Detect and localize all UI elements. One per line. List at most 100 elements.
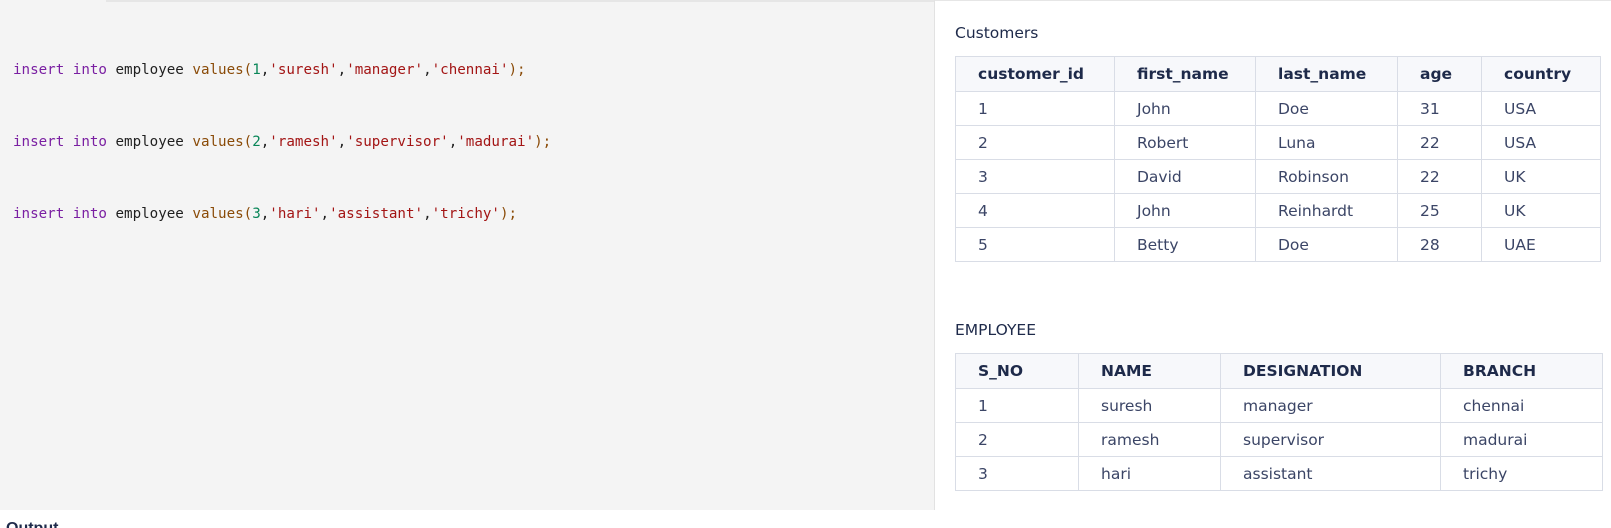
paren-open: (	[243, 62, 253, 78]
table-cell: manager	[1220, 388, 1441, 423]
table-cell: trichy	[1440, 456, 1603, 491]
sql-editor[interactable]: insert into employee values(1,'suresh','…	[0, 0, 935, 510]
customers-table-title: Customers	[955, 24, 1039, 42]
table-cell: Reinhardt	[1255, 193, 1398, 228]
employee-table: S_NO NAME DESIGNATION BRANCH 1 suresh ma…	[955, 353, 1603, 491]
table-cell: UK	[1481, 159, 1601, 194]
table-cell: Doe	[1255, 227, 1398, 262]
string-literal: 'supervisor'	[346, 134, 449, 150]
table-cell: assistant	[1220, 456, 1441, 491]
output-panel: Output	[0, 510, 934, 528]
number-literal: 2	[252, 134, 261, 150]
string-literal: 'assistant'	[329, 206, 424, 222]
string-literal: 'suresh'	[269, 62, 338, 78]
table-row: 4 John Reinhardt 25 UK	[955, 193, 1601, 228]
string-literal: 'trichy'	[431, 206, 500, 222]
table-cell: 2	[955, 125, 1115, 160]
table-header-row: customer_id first_name last_name age cou…	[955, 56, 1601, 92]
table-cell: Robert	[1114, 125, 1256, 160]
table-cell: John	[1114, 193, 1256, 228]
table-cell: madurai	[1440, 422, 1603, 457]
table-name: employee	[115, 206, 184, 222]
app-root: insert into employee values(1,'suresh','…	[0, 0, 1611, 528]
code-area[interactable]: insert into employee values(1,'suresh','…	[13, 10, 551, 274]
string-literal: 'ramesh'	[269, 134, 338, 150]
table-cell: 3	[955, 159, 1115, 194]
table-cell: USA	[1481, 91, 1601, 126]
table-row: 3 David Robinson 22 UK	[955, 159, 1601, 194]
table-cell: 25	[1397, 193, 1482, 228]
paren-open: (	[243, 134, 253, 150]
column-header: S_NO	[955, 353, 1079, 389]
table-cell: Doe	[1255, 91, 1398, 126]
table-name: employee	[115, 62, 184, 78]
code-line[interactable]: insert into employee values(1,'suresh','…	[13, 58, 551, 82]
keyword-into: into	[72, 206, 107, 222]
table-cell: chennai	[1440, 388, 1603, 423]
column-header: BRANCH	[1440, 353, 1603, 389]
paren-close: );	[508, 62, 526, 78]
table-cell: suresh	[1078, 388, 1221, 423]
table-header-row: S_NO NAME DESIGNATION BRANCH	[955, 353, 1603, 389]
employee-table-title: EMPLOYEE	[955, 321, 1037, 339]
string-literal: 'madurai'	[457, 134, 535, 150]
table-cell: Robinson	[1255, 159, 1398, 194]
editor-top-border	[106, 0, 934, 2]
table-row: 2 Robert Luna 22 USA	[955, 125, 1601, 160]
table-cell: 28	[1397, 227, 1482, 262]
output-heading: Output	[6, 520, 58, 528]
keyword-insert: insert	[13, 134, 65, 150]
table-cell: 31	[1397, 91, 1482, 126]
column-header: country	[1481, 56, 1601, 92]
column-header: first_name	[1114, 56, 1256, 92]
tables-panel: Customers customer_id first_name last_na…	[935, 0, 1611, 528]
table-cell: Luna	[1255, 125, 1398, 160]
table-row: 3 hari assistant trichy	[955, 456, 1603, 491]
table-row: 1 John Doe 31 USA	[955, 91, 1601, 126]
string-literal: 'hari'	[269, 206, 321, 222]
table-cell: UAE	[1481, 227, 1601, 262]
keyword-insert: insert	[13, 62, 65, 78]
paren-close: );	[534, 134, 552, 150]
table-cell: 3	[955, 456, 1079, 491]
string-literal: 'manager'	[346, 62, 424, 78]
column-header: customer_id	[955, 56, 1115, 92]
table-cell: Betty	[1114, 227, 1256, 262]
code-line[interactable]: insert into employee values(2,'ramesh','…	[13, 130, 551, 154]
number-literal: 1	[252, 62, 261, 78]
table-row: 2 ramesh supervisor madurai	[955, 422, 1603, 457]
column-header: NAME	[1078, 353, 1221, 389]
keyword-into: into	[72, 62, 107, 78]
paren-close: );	[499, 206, 518, 222]
table-cell: John	[1114, 91, 1256, 126]
table-row: 1 suresh manager chennai	[955, 388, 1603, 423]
keyword-insert: insert	[13, 206, 65, 222]
column-header: age	[1397, 56, 1482, 92]
string-literal: 'chennai'	[431, 62, 509, 78]
table-cell: ramesh	[1078, 422, 1221, 457]
table-row: 5 Betty Doe 28 UAE	[955, 227, 1601, 262]
table-cell: hari	[1078, 456, 1221, 491]
table-cell: 1	[955, 388, 1079, 423]
keyword-values: values	[192, 62, 244, 78]
table-cell: David	[1114, 159, 1256, 194]
code-line[interactable]: insert into employee values(3,'hari','as…	[13, 202, 551, 226]
column-header: DESIGNATION	[1220, 353, 1441, 389]
table-cell: USA	[1481, 125, 1601, 160]
table-cell: 22	[1397, 125, 1482, 160]
number-literal: 3	[252, 206, 261, 222]
table-cell: 5	[955, 227, 1115, 262]
customers-table: customer_id first_name last_name age cou…	[955, 56, 1601, 262]
paren-open: (	[243, 206, 253, 222]
table-cell: 22	[1397, 159, 1482, 194]
column-header: last_name	[1255, 56, 1398, 92]
keyword-values: values	[192, 206, 244, 222]
keyword-into: into	[72, 134, 107, 150]
table-cell: 1	[955, 91, 1115, 126]
table-cell: supervisor	[1220, 422, 1441, 457]
table-cell: 2	[955, 422, 1079, 457]
table-cell: UK	[1481, 193, 1601, 228]
table-cell: 4	[955, 193, 1115, 228]
table-name: employee	[115, 134, 184, 150]
keyword-values: values	[192, 134, 244, 150]
